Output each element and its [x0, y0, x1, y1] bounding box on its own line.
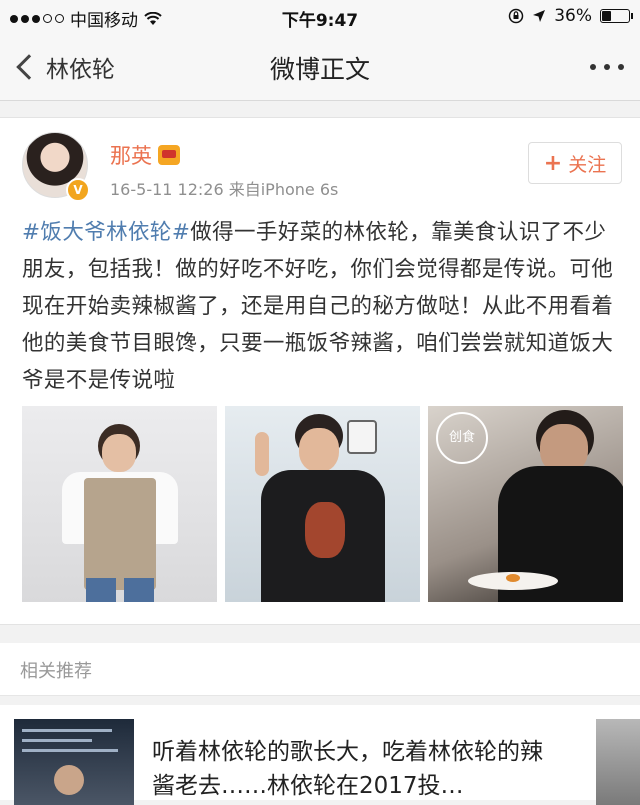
more-options-button[interactable] [590, 64, 624, 70]
author-name: 那英 [110, 144, 152, 168]
battery-level [602, 11, 611, 21]
related-item-title: 听着林依轮的歌长大，吃着林依轮的辣酱老去……林依轮在2017投… [152, 739, 543, 799]
location-arrow-icon [533, 10, 546, 22]
related-thumbnail [14, 719, 134, 805]
related-item[interactable]: 听着林依轮的歌长大，吃着林依轮的辣酱老去……林依轮在2017投… [0, 705, 640, 805]
orientation-lock-icon [508, 8, 524, 24]
navigation-bar: 林依轮 微博正文 [0, 34, 640, 101]
related-title: 相关推荐 [20, 661, 92, 682]
post-photo-jar[interactable] [225, 406, 420, 602]
page-title: 微博正文 [269, 55, 370, 84]
battery-percent: 36% [554, 6, 592, 26]
photo-grid: 创食 [22, 406, 623, 602]
related-thumbnail-partial [596, 719, 640, 805]
verified-badge-icon: V [66, 178, 90, 202]
plus-icon: + [543, 150, 563, 176]
vip-crown-icon [158, 145, 180, 165]
post-timestamp: 16-5-11 12:26 [110, 180, 224, 199]
more-dot-icon [618, 64, 624, 70]
more-dot-icon [590, 64, 596, 70]
post-photo-cooking[interactable]: 创食 [428, 406, 623, 602]
status-bar-right: 36% [508, 6, 633, 26]
battery-icon [600, 9, 633, 23]
status-bar: 中国移动 下午9:47 36% [0, 0, 640, 34]
post-body-text: 做得一手好菜的林依轮，靠美食认识了不少朋友，包括我！做的好吃不好吃，你们会觉得都… [22, 220, 614, 393]
follow-button[interactable]: + 关注 [528, 142, 622, 184]
follow-label: 关注 [568, 153, 607, 176]
hashtag-link[interactable]: #饭大爷林依轮# [22, 220, 190, 245]
post-author[interactable]: 那英 [110, 140, 180, 170]
post-source: 来自iPhone 6s [228, 180, 339, 199]
post-body: #饭大爷林依轮#做得一手好菜的林依轮，靠美食认识了不少朋友，包括我！做的好吃不好… [22, 214, 622, 399]
weibo-post-card: V 那英 16-5-11 12:26 来自iPhone 6s + 关注 #饭大爷… [0, 117, 640, 625]
post-photo-apron[interactable] [22, 406, 217, 602]
related-section-header: 相关推荐 [0, 643, 640, 696]
post-meta: 16-5-11 12:26 来自iPhone 6s [110, 176, 338, 200]
more-dot-icon [604, 64, 610, 70]
brand-logo: 创食 [436, 412, 488, 464]
